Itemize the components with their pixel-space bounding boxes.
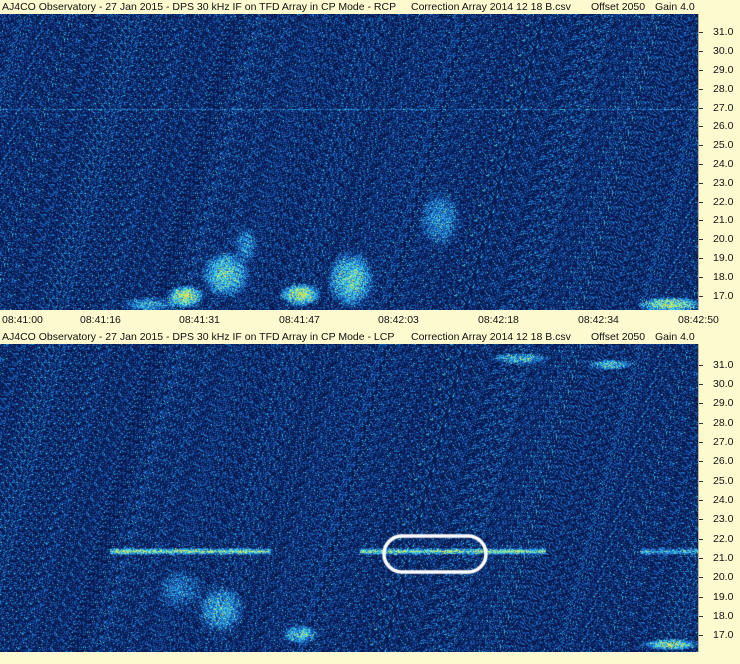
gain-value: Gain 4.0: [655, 331, 695, 343]
panel-title-bar: AJ4CO Observatory - 27 Jan 2015 - DPS 30…: [0, 0, 698, 14]
freq-tick: 25.0: [699, 475, 740, 487]
freq-tick: 27.0: [699, 102, 740, 114]
time-label: 08:42:50: [678, 314, 719, 326]
freq-tick: 31.0: [699, 359, 740, 371]
freq-tick: 23.0: [699, 177, 740, 189]
freq-tick: 21.0: [699, 214, 740, 226]
panel-title: AJ4CO Observatory - 27 Jan 2015 - DPS 30…: [2, 1, 397, 13]
freq-tick: 22.0: [699, 533, 740, 545]
frequency-scale: 31.0 30.0 29.0 28.0 27.0 26.0 25.0 24.0 …: [698, 14, 740, 310]
freq-tick: 27.0: [699, 436, 740, 448]
freq-tick: 18.0: [699, 610, 740, 622]
freq-tick: 29.0: [699, 397, 740, 409]
freq-tick: 17.0: [699, 290, 740, 302]
freq-tick: 28.0: [699, 83, 740, 95]
time-label: 08:41:00: [2, 314, 43, 326]
freq-tick: 30.0: [699, 378, 740, 390]
freq-tick: 22.0: [699, 196, 740, 208]
freq-tick: 28.0: [699, 417, 740, 429]
time-axis: 08:41:00 08:41:16 08:41:31 08:41:47 08:4…: [0, 310, 740, 330]
offset-value: Offset 2050: [591, 331, 646, 343]
freq-tick: 30.0: [699, 45, 740, 57]
time-label: 08:41:16: [80, 314, 121, 326]
freq-tick: 23.0: [699, 513, 740, 525]
spectrogram-panel-rcp: AJ4CO Observatory - 27 Jan 2015 - DPS 30…: [0, 0, 740, 330]
time-label: 08:41:47: [279, 314, 320, 326]
freq-tick: 26.0: [699, 120, 740, 132]
spectrogram-lcp[interactable]: [0, 344, 698, 652]
correction-file: Correction Array 2014 12 18 B.csv: [411, 331, 571, 343]
offset-value: Offset 2050: [591, 1, 646, 13]
panel-title: AJ4CO Observatory - 27 Jan 2015 - DPS 30…: [2, 331, 395, 343]
spectrogram-panel-lcp: AJ4CO Observatory - 27 Jan 2015 - DPS 30…: [0, 330, 740, 664]
freq-tick: 19.0: [699, 591, 740, 603]
bottom-strip: [0, 652, 740, 664]
panel-title-bar: AJ4CO Observatory - 27 Jan 2015 - DPS 30…: [0, 330, 698, 344]
freq-tick: 21.0: [699, 552, 740, 564]
freq-tick: 19.0: [699, 252, 740, 264]
freq-tick: 20.0: [699, 571, 740, 583]
freq-tick: 24.0: [699, 158, 740, 170]
gain-value: Gain 4.0: [655, 1, 695, 13]
freq-tick: 31.0: [699, 26, 740, 38]
time-label: 08:42:34: [578, 314, 619, 326]
frequency-scale: 31.0 30.0 29.0 28.0 27.0 26.0 25.0 24.0 …: [698, 344, 740, 652]
time-label: 08:42:18: [478, 314, 519, 326]
freq-tick: 24.0: [699, 494, 740, 506]
time-label: 08:41:31: [179, 314, 220, 326]
freq-tick: 29.0: [699, 64, 740, 76]
spectrogram-rcp[interactable]: [0, 14, 698, 310]
correction-file: Correction Array 2014 12 18 B.csv: [411, 1, 571, 13]
freq-tick: 26.0: [699, 455, 740, 467]
time-label: 08:42:03: [378, 314, 419, 326]
freq-tick: 25.0: [699, 139, 740, 151]
freq-tick: 17.0: [699, 629, 740, 641]
freq-tick: 18.0: [699, 271, 740, 283]
freq-tick: 20.0: [699, 233, 740, 245]
